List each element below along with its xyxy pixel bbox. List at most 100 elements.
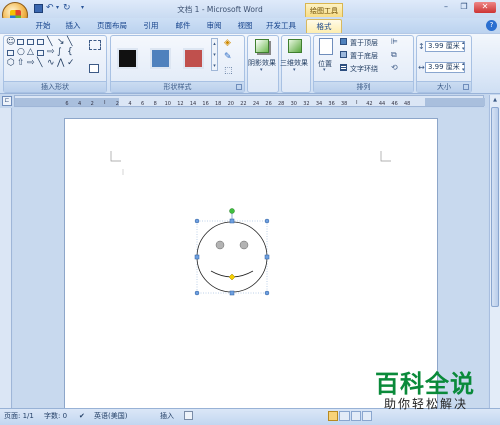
smiley-shape-icon[interactable]: ☺: [6, 37, 15, 47]
tab-insert[interactable]: 插入: [60, 19, 86, 33]
style-swatch-blue[interactable]: [150, 48, 171, 69]
bring-front-icon[interactable]: [340, 38, 347, 45]
rarrow-shape-icon[interactable]: ⇨: [47, 47, 55, 57]
shadow-effects-icon[interactable]: [255, 39, 269, 53]
horizontal-ruler[interactable]: 6 4 2 2 4 6 8 10 12 14 16 18 20 22 24 26 28 30 32 34 36 38 42 4…: [14, 95, 485, 107]
bring-front-label[interactable]: 置于顶层: [350, 38, 378, 48]
line-shape-icon[interactable]: ╲: [47, 37, 52, 47]
scroll-thumb[interactable]: [491, 107, 499, 307]
print-layout-view-icon[interactable]: [328, 411, 339, 421]
send-back-icon[interactable]: [340, 51, 347, 58]
scroll-up-icon[interactable]: ▲: [491, 97, 499, 105]
smiley-shape[interactable]: [190, 205, 274, 301]
tab-developer[interactable]: 开发工具: [262, 19, 300, 33]
vertical-scrollbar[interactable]: ▲: [489, 95, 500, 408]
size-launcher-icon[interactable]: [463, 84, 469, 90]
resize-handle-br[interactable]: [264, 290, 270, 296]
minimize-button[interactable]: –: [438, 2, 454, 13]
wave-shape-icon[interactable]: ∿: [47, 58, 55, 68]
triangle-shape-icon[interactable]: △: [27, 47, 34, 57]
textbox-icon[interactable]: [89, 64, 99, 73]
undo-dropdown-icon[interactable]: ▾: [56, 4, 59, 11]
align-icon[interactable]: ⊫: [391, 37, 398, 46]
ruler-toggle-icon[interactable]: ⊏: [2, 96, 12, 106]
qat-customize-icon[interactable]: ▾: [81, 4, 84, 11]
rect2-shape-icon[interactable]: [7, 50, 14, 56]
height-input[interactable]: 3.99 厘米: [425, 41, 465, 52]
tab-references[interactable]: 引用: [138, 19, 164, 33]
group-shape-styles-label: 形状样式: [111, 81, 244, 92]
resize-handle-b[interactable]: [229, 290, 235, 296]
position-dropdown-icon[interactable]: ▾: [323, 67, 326, 73]
text-wrap-icon[interactable]: [340, 64, 347, 71]
check-shape-icon[interactable]: ✓: [67, 58, 75, 68]
resize-handle-r[interactable]: [264, 254, 270, 260]
curve-shape-icon[interactable]: ∫: [57, 47, 62, 57]
tab-mailings[interactable]: 邮件: [170, 19, 196, 33]
close-button[interactable]: ✕: [474, 2, 496, 13]
vertical-ruler[interactable]: [0, 108, 12, 408]
bracket-shape-icon[interactable]: {: [67, 47, 73, 57]
rectangle-shape-icon[interactable]: [17, 39, 24, 45]
hexagon-shape-icon[interactable]: ⬡: [7, 58, 15, 68]
width-stepper-icon[interactable]: ▴ ▾: [462, 61, 465, 73]
status-page[interactable]: 页面: 1/1: [4, 411, 34, 422]
shadow-dropdown-icon[interactable]: ▾: [260, 67, 263, 73]
image-shape-icon[interactable]: [37, 39, 44, 45]
tab-view[interactable]: 视图: [232, 19, 258, 33]
oval-shape-icon[interactable]: ○: [17, 47, 25, 57]
diagonal-shape-icon[interactable]: ╲: [37, 58, 42, 68]
text-wrap-label[interactable]: 文字环绕: [350, 64, 378, 74]
help-icon[interactable]: ?: [486, 20, 497, 31]
undo-icon[interactable]: ↶: [46, 3, 54, 13]
status-mode[interactable]: 插入: [160, 411, 174, 422]
position-icon[interactable]: [319, 38, 333, 55]
style-swatch-black[interactable]: [117, 48, 138, 69]
status-words[interactable]: 字数: 0: [44, 411, 67, 422]
rotate-icon[interactable]: ⟲: [391, 63, 398, 72]
restore-button[interactable]: ❐: [456, 2, 472, 13]
resize-handle-l[interactable]: [194, 254, 200, 260]
styles-scroll-icon[interactable]: ▴ ▾ ▾: [211, 38, 218, 71]
textbox-shape-icon[interactable]: [27, 39, 34, 45]
tab-format[interactable]: 格式: [306, 19, 342, 33]
view-buttons[interactable]: [328, 411, 372, 421]
outline-color-icon[interactable]: ✎: [224, 52, 232, 62]
uparrow-shape-icon[interactable]: ⇧: [17, 58, 25, 68]
fill-color-icon[interactable]: ◈: [224, 38, 231, 48]
resize-handle-tl[interactable]: [194, 218, 200, 224]
shapes-gallery[interactable]: ☺ ╲ ↘ ╲ ○ △ ⇨ ∫ { ⬡ ⇧ ⇨ ╲ ∿ ⋀ ✓: [6, 37, 84, 71]
square-shape-icon[interactable]: [37, 50, 44, 56]
group-objects-icon[interactable]: ⧉: [391, 50, 397, 60]
full-screen-view-icon[interactable]: [339, 411, 350, 421]
status-language[interactable]: 英语(美国): [94, 411, 127, 422]
3d-dropdown-icon[interactable]: ▾: [293, 67, 296, 73]
rarrow2-shape-icon[interactable]: ⇨: [27, 58, 35, 68]
tab-page-layout[interactable]: 页面布局: [94, 19, 130, 33]
3d-effects-icon[interactable]: [288, 39, 302, 53]
outline-view-icon[interactable]: [361, 411, 372, 421]
tab-home[interactable]: 开始: [30, 19, 56, 33]
zigzag-shape-icon[interactable]: ⋀: [57, 58, 64, 68]
spellcheck-icon[interactable]: ✔: [79, 411, 85, 422]
width-input[interactable]: 3.99 厘米: [425, 62, 465, 73]
redo-icon[interactable]: ↻: [63, 3, 71, 13]
rotate-handle[interactable]: [229, 208, 235, 214]
ruler-tick-label: 4: [78, 101, 81, 107]
resize-handle-t[interactable]: [229, 218, 235, 224]
shape-styles-launcher-icon[interactable]: [236, 84, 242, 90]
macro-record-icon[interactable]: [184, 411, 193, 420]
save-icon[interactable]: [34, 4, 43, 13]
web-layout-view-icon[interactable]: [350, 411, 361, 421]
edit-shape-icon[interactable]: [89, 40, 101, 50]
arrow-shape-icon[interactable]: ↘: [57, 37, 65, 47]
tab-review[interactable]: 审阅: [201, 19, 227, 33]
resize-handle-bl[interactable]: [194, 290, 200, 296]
style-swatch-red[interactable]: [183, 48, 204, 69]
resize-handle-tr[interactable]: [264, 218, 270, 224]
height-stepper-icon[interactable]: ▴ ▾: [462, 40, 465, 52]
line2-shape-icon[interactable]: ╲: [67, 37, 72, 47]
change-shape-icon[interactable]: ⬚: [224, 66, 233, 76]
height-icon: ↕: [418, 42, 425, 51]
send-back-label[interactable]: 置于底层: [350, 51, 378, 61]
